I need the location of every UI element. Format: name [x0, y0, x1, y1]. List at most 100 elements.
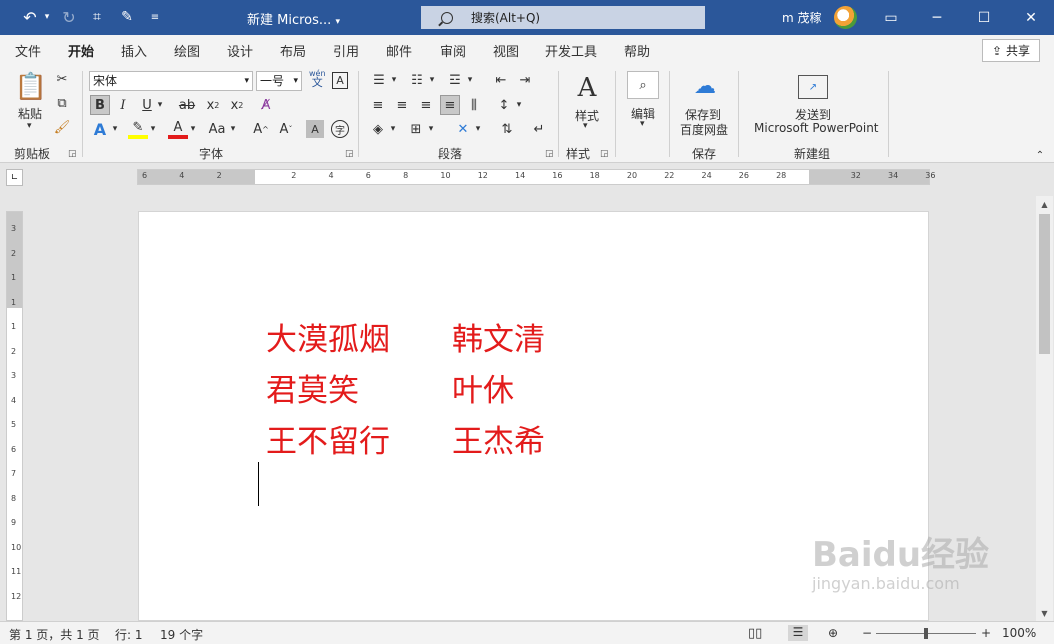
undo-dropdown-icon[interactable]: ▾ — [42, 6, 52, 28]
styles-dropdown-icon[interactable]: ▾ — [583, 121, 588, 131]
horizontal-ruler[interactable]: 6 4 2 2 4 6 8 10 12 14 16 18 20 22 24 26 28 32 34 36 — [137, 169, 935, 185]
tab-home[interactable]: 开始 — [68, 41, 95, 66]
bold-button[interactable]: B — [90, 95, 110, 115]
grow-font-icon[interactable]: A ^ — [251, 119, 271, 139]
minimize-icon[interactable]: ─ — [914, 0, 960, 35]
superscript-button[interactable]: x2 — [228, 95, 246, 115]
font-launcher-icon[interactable]: ◲ — [345, 149, 354, 159]
align-right-icon[interactable]: ≡ — [416, 95, 436, 115]
send-to-powerpoint-icon[interactable]: ↗ — [798, 75, 828, 99]
chevron-down-icon[interactable]: ▾ — [427, 71, 437, 89]
tab-view[interactable]: 视图 — [493, 41, 519, 60]
paste-label[interactable]: 粘贴 — [18, 105, 42, 122]
chevron-down-icon[interactable]: ▾ — [188, 119, 198, 139]
editing-dropdown-icon[interactable]: ▾ — [640, 119, 645, 129]
tab-draw[interactable]: 绘图 — [174, 41, 200, 60]
doc-text-line-1-left[interactable]: 大漠孤烟 — [266, 314, 390, 359]
doc-text-line-2-left[interactable]: 君莫笑 — [266, 365, 359, 410]
paste-dropdown-icon[interactable]: ▾ — [27, 121, 32, 131]
vertical-scrollbar[interactable]: ▲ ▼ — [1036, 196, 1053, 621]
tab-references[interactable]: 引用 — [333, 41, 359, 60]
line-number[interactable]: 行: 1 — [115, 626, 143, 643]
line-spacing-icon[interactable]: ↕ — [494, 95, 514, 115]
borders-icon[interactable]: ⊞ — [406, 119, 426, 139]
find-icon[interactable]: ⌕ — [627, 71, 659, 99]
enclose-characters-icon[interactable]: 字 — [331, 120, 349, 138]
chevron-down-icon[interactable]: ▾ — [465, 71, 475, 89]
clipboard-launcher-icon[interactable]: ◲ — [68, 149, 77, 159]
shrink-font-icon[interactable]: Aˇ — [276, 119, 296, 139]
decrease-indent-icon[interactable]: ⇤ — [491, 71, 511, 89]
multilevel-list-icon[interactable]: ☲ — [445, 71, 465, 89]
chevron-down-icon[interactable]: ▾ — [155, 95, 165, 115]
tab-selector[interactable]: ∟ — [6, 169, 23, 186]
baidu-cloud-icon[interactable]: ☁ — [690, 73, 720, 99]
chevron-down-icon[interactable]: ▾ — [389, 71, 399, 89]
vertical-ruler[interactable]: 3 2 1 1 1 2 3 4 5 6 7 8 9 10 11 12 — [6, 211, 23, 621]
styles-icon[interactable]: A — [570, 71, 604, 105]
subscript-button[interactable]: x2 — [204, 95, 222, 115]
clear-formatting-icon[interactable]: A̸ — [256, 95, 276, 115]
tab-file[interactable]: 文件 — [15, 41, 41, 60]
touch-mode-icon[interactable]: ⌗ — [86, 6, 108, 28]
doc-text-line-1-right[interactable]: 韩文清 — [452, 314, 545, 359]
highlight-icon[interactable]: ✎ — [128, 119, 148, 139]
collapse-ribbon-icon[interactable]: ⌃ — [1033, 148, 1047, 162]
read-mode-icon[interactable]: ▯▯ — [748, 626, 762, 641]
save-to-line2[interactable]: 百度网盘 — [680, 121, 728, 138]
chevron-down-icon[interactable]: ▾ — [473, 119, 483, 139]
user-name[interactable]: m 茂稼 — [782, 9, 822, 26]
sort-icon[interactable]: ⇅ — [497, 119, 517, 139]
maximize-icon[interactable]: ☐ — [961, 0, 1007, 35]
strikethrough-button[interactable]: ab — [176, 95, 198, 115]
italic-button[interactable]: I — [114, 95, 132, 115]
chevron-down-icon[interactable]: ▾ — [148, 119, 158, 139]
document-page[interactable]: 大漠孤烟 韩文清 君莫笑 叶休 王不留行 王杰希 — [138, 211, 929, 621]
justify-icon[interactable]: ≡ — [440, 95, 460, 115]
shading-icon[interactable]: ◈ — [368, 119, 388, 139]
tab-review[interactable]: 审阅 — [440, 41, 466, 60]
change-case-icon[interactable]: Aa — [206, 119, 228, 139]
document-title[interactable]: 新建 Micros... ▾ — [247, 9, 340, 28]
avatar[interactable] — [834, 6, 857, 29]
ribbon-display-icon[interactable]: ▭ — [868, 0, 914, 35]
doc-text-line-2-right[interactable]: 叶休 — [452, 365, 514, 410]
show-marks-icon[interactable]: ↵ — [529, 119, 549, 139]
cut-icon[interactable]: ✂ — [54, 71, 70, 87]
customize-toolbar-icon[interactable]: ≡ — [146, 6, 164, 28]
font-name-combo[interactable]: 宋体 ▾ — [89, 71, 253, 91]
chevron-down-icon[interactable]: ▾ — [110, 119, 120, 139]
copy-icon[interactable]: ⧉ — [54, 95, 70, 111]
web-layout-icon[interactable]: ⊕ — [828, 626, 838, 640]
redo-icon[interactable]: ↻ — [58, 6, 80, 28]
increase-indent-icon[interactable]: ⇥ — [515, 71, 535, 89]
undo-icon[interactable]: ↶ — [18, 6, 42, 28]
font-color-icon[interactable]: A — [168, 119, 188, 139]
print-layout-icon[interactable]: ☰ — [788, 625, 808, 641]
styles-launcher-icon[interactable]: ◲ — [600, 149, 609, 159]
text-effects-icon[interactable]: A — [90, 119, 110, 139]
zoom-in-icon[interactable]: + — [981, 626, 991, 640]
format-painter-icon[interactable]: 🖌 — [54, 119, 71, 135]
numbering-icon[interactable]: ☷ — [407, 71, 427, 89]
paragraph-launcher-icon[interactable]: ◲ — [545, 149, 554, 159]
underline-button[interactable]: U — [138, 95, 156, 115]
zoom-level[interactable]: 100% — [1002, 626, 1036, 640]
scroll-up-icon[interactable]: ▲ — [1036, 196, 1053, 212]
chevron-down-icon[interactable]: ▾ — [228, 119, 238, 139]
edit-doc-icon[interactable]: ✎ — [116, 6, 138, 28]
search-box[interactable]: 搜索(Alt+Q) — [421, 6, 705, 29]
tab-help[interactable]: 帮助 — [624, 41, 650, 60]
chevron-down-icon[interactable]: ▾ — [426, 119, 436, 139]
page-count[interactable]: 第 1 页，共 1 页 — [9, 626, 100, 643]
phonetic-guide-button[interactable]: wén 文 — [309, 69, 326, 88]
tab-design[interactable]: 设计 — [227, 41, 253, 60]
tab-developer[interactable]: 开发工具 — [545, 41, 597, 60]
bullets-icon[interactable]: ☰ — [369, 71, 389, 89]
distributed-icon[interactable]: ⫼ — [464, 95, 484, 115]
share-button[interactable]: ⇪ 共享 — [982, 39, 1040, 62]
zoom-out-icon[interactable]: − — [862, 626, 872, 640]
align-left-icon[interactable]: ≡ — [368, 95, 388, 115]
chevron-down-icon[interactable]: ▾ — [388, 119, 398, 139]
asian-layout-icon[interactable]: ✕ — [453, 119, 473, 139]
